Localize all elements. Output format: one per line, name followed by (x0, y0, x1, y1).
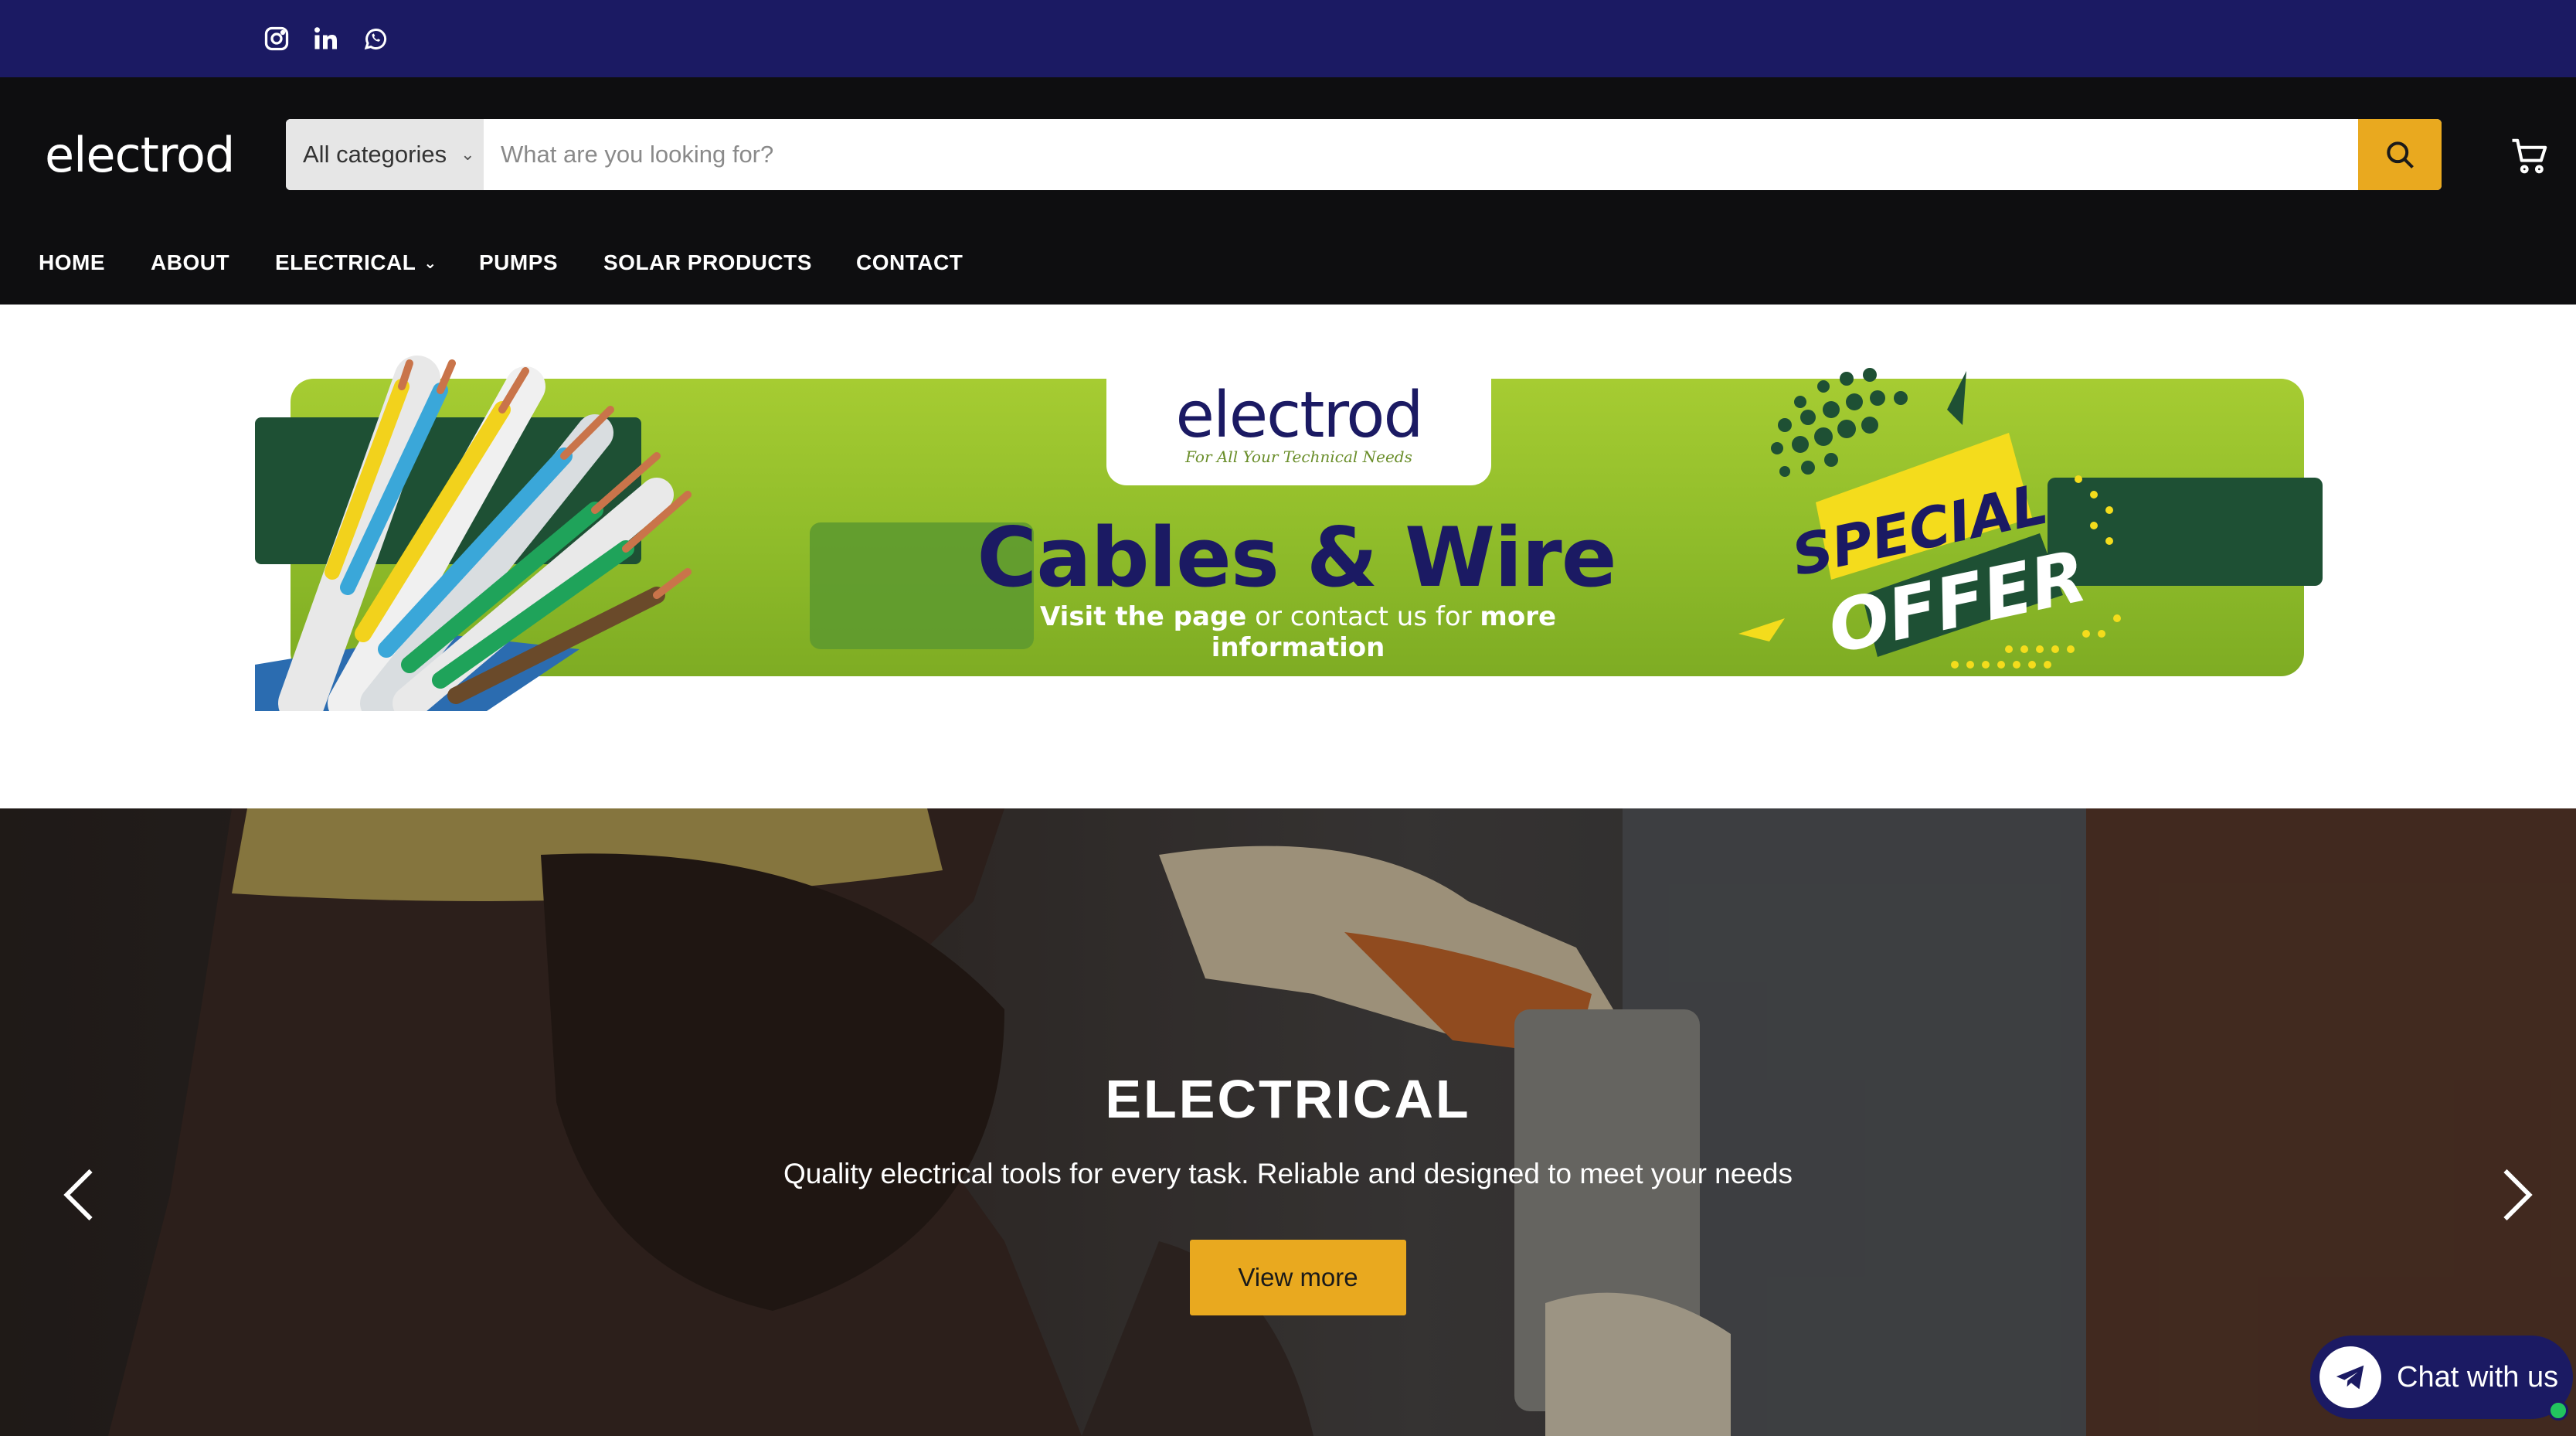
promo-title: Cables & Wire (977, 510, 1616, 605)
hero-description: Quality electrical tools for every task.… (783, 1158, 1793, 1189)
nav-item-label: HOME (39, 250, 105, 274)
nav-item-solar-products[interactable]: SOLAR PRODUCTS (603, 240, 812, 286)
chevron-down-icon: ⌄ (460, 145, 475, 164)
chevron-down-icon: ⌄ (423, 254, 437, 272)
online-status-dot (2548, 1400, 2568, 1421)
special-offer-badge: SPECIAL OFFER (1738, 368, 2121, 670)
nav-item-electrical[interactable]: ELECTRICAL ⌄ (275, 240, 437, 286)
telegram-icon (2319, 1346, 2381, 1408)
logo-text: electrod (45, 126, 235, 183)
promo-sub-text: or contact us for (1246, 601, 1480, 632)
promo-logo: electrod (1175, 379, 1423, 452)
nav-item-label: PUMPS (479, 250, 559, 274)
nav-item-about[interactable]: ABOUT (151, 240, 229, 286)
search-input[interactable] (484, 119, 2358, 190)
view-more-button[interactable]: View more (1190, 1240, 1406, 1315)
chat-widget-button[interactable]: Chat with us (2310, 1336, 2573, 1419)
promo-logo-card: electrod For All Your Technical Needs (1106, 368, 1491, 485)
hero-title: ELECTRICAL (1105, 1069, 1471, 1129)
nav-item-label: ABOUT (151, 250, 230, 274)
category-select[interactable]: All categories ⌄ (286, 119, 484, 190)
nav-item-label: SOLAR PRODUCTS (603, 250, 812, 274)
nav-item-contact[interactable]: CONTACT (856, 240, 963, 286)
cart-icon (2512, 138, 2547, 174)
category-select-value: All categories (303, 141, 447, 168)
cart-button[interactable] (2506, 133, 2553, 179)
nav-item-label: CONTACT (856, 250, 963, 274)
nav-item-pumps[interactable]: PUMPS (479, 240, 558, 286)
hero-slideshow: ELECTRICAL Quality electrical tools for … (0, 808, 2576, 1436)
chat-label: Chat with us (2397, 1360, 2559, 1393)
site-header: electrod All categories ⌄ HOME ABOUT ELE… (0, 77, 2576, 305)
promo-tagline: For All Your Technical Needs (1185, 447, 1412, 466)
search-button[interactable] (2358, 119, 2442, 190)
search-icon (2387, 141, 2414, 168)
promo-subtitle: Visit the page or contact us for more in… (966, 601, 1630, 663)
linkedin-icon[interactable] (310, 23, 341, 54)
instagram-icon[interactable] (261, 23, 292, 54)
promo-sub-bold: Visit the page (1039, 601, 1247, 632)
promo-banner[interactable]: electrod For All Your Technical Needs Ca… (255, 340, 2323, 711)
search-bar: All categories ⌄ (286, 119, 2442, 190)
nav-item-label: ELECTRICAL (275, 250, 416, 274)
top-bar (0, 0, 2576, 77)
whatsapp-icon[interactable] (360, 23, 391, 54)
site-logo[interactable]: electrod (45, 124, 235, 185)
nav-item-home[interactable]: HOME (39, 240, 105, 286)
